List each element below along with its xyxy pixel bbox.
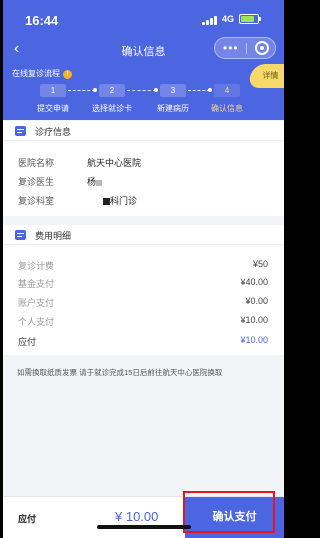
fee-row: 个人支付 ¥10.00	[3, 315, 284, 329]
doctor-row: 复诊医生 杨	[3, 175, 284, 189]
step-1-number: 1	[40, 84, 66, 97]
doctor-name-field: 杨	[87, 175, 103, 188]
back-icon[interactable]: ‹	[14, 39, 19, 59]
flow-title-text: 在线复诊流程	[12, 69, 60, 78]
nav-bar: ‹ 确认信息 •••	[3, 36, 284, 64]
redacted-block	[96, 180, 103, 186]
department-name: 科门诊	[110, 196, 138, 206]
battery-icon	[239, 14, 261, 24]
fee-value: ¥0.00	[245, 296, 268, 306]
row-label: 复诊医生	[18, 177, 55, 187]
step-dot	[208, 88, 212, 92]
card-header: 费用明细	[3, 225, 284, 245]
fee-label: 复诊计费	[18, 261, 55, 271]
fee-row: 账户支付 ¥0.00	[3, 296, 284, 310]
redacted-block	[103, 198, 110, 205]
department-row: 复诊科室 科门诊	[3, 194, 284, 208]
step-progress: 1 2 3 4 提交申请 选择就诊卡 新建病历 确认信息	[3, 84, 284, 120]
fee-row: 基金支付 ¥40.00	[3, 277, 284, 291]
capsule-divider	[246, 43, 247, 54]
fee-card-icon	[15, 230, 26, 240]
fee-value: ¥10.00	[240, 335, 268, 345]
close-icon[interactable]	[255, 41, 269, 55]
flow-title: 在线复诊流程!	[12, 68, 72, 79]
bottom-pay-bar: 应付 ¥ 10.00 确认支付	[3, 496, 284, 538]
signal-icon	[202, 16, 218, 25]
fee-label: 个人支付	[18, 317, 55, 327]
card-header: 诊疗信息	[3, 121, 284, 141]
status-bar: 16:44 4G	[3, 0, 284, 36]
row-label: 医院名称	[18, 158, 55, 168]
fee-row: 复诊计费 ¥50	[3, 259, 284, 273]
status-time: 16:44	[25, 13, 59, 28]
home-indicator	[97, 525, 191, 529]
fee-value: ¥50	[252, 259, 268, 269]
invoice-notice: 如需换取纸质发票 请于就诊完成15日后前往航天中心医院换取	[17, 368, 223, 377]
info-icon[interactable]: !	[63, 70, 72, 79]
step-4-label: 确认信息	[211, 104, 243, 113]
doctor-name: 杨	[87, 177, 97, 187]
confirm-pay-button[interactable]: 确认支付	[185, 497, 284, 538]
fee-row-total: 应付 ¥10.00	[3, 335, 284, 349]
fee-label: 基金支付	[18, 279, 55, 289]
network-type: 4G	[222, 14, 235, 24]
pay-label: 应付	[18, 514, 37, 524]
detail-label: 详情	[262, 71, 279, 80]
fee-value: ¥40.00	[240, 277, 268, 287]
pay-amount: ¥ 10.00	[115, 509, 159, 524]
mini-program-capsule: •••	[214, 37, 276, 59]
info-card-icon	[15, 126, 26, 136]
medical-info-card: 诊疗信息 医院名称 航天中心医院 复诊医生 杨 复诊科室 科门诊	[3, 121, 284, 216]
fee-value: ¥10.00	[240, 315, 268, 325]
card-title: 费用明细	[35, 231, 72, 241]
hospital-row: 医院名称 航天中心医院	[3, 156, 284, 170]
step-dot	[154, 88, 158, 92]
header-banner: 16:44 4G ‹ 确认信息 ••• 在线复诊流程! 详情 1 2 3 4 提…	[3, 0, 284, 120]
step-4-number: 4	[214, 84, 240, 97]
step-connector	[188, 90, 210, 91]
department-field: 科门诊	[103, 194, 137, 207]
fee-label: 应付	[18, 337, 37, 347]
card-title: 诊疗信息	[35, 127, 72, 137]
step-connector	[68, 90, 95, 91]
step-connector	[127, 90, 156, 91]
fee-label: 账户支付	[18, 298, 55, 308]
step-3-number: 3	[160, 84, 186, 97]
more-icon[interactable]: •••	[223, 42, 239, 54]
step-2-number: 2	[99, 84, 125, 97]
step-2-label: 选择就诊卡	[92, 104, 132, 113]
step-1-label: 提交申请	[37, 104, 69, 113]
step-3-label: 新建病历	[157, 104, 189, 113]
step-dot	[93, 88, 97, 92]
hospital-name: 航天中心医院	[87, 158, 142, 168]
fee-detail-card: 费用明细 复诊计费 ¥50 基金支付 ¥40.00 账户支付 ¥0.00 个人支…	[3, 225, 284, 355]
row-label: 复诊科室	[18, 196, 55, 206]
phone-screen: 16:44 4G ‹ 确认信息 ••• 在线复诊流程! 详情 1 2 3 4 提…	[3, 0, 284, 538]
